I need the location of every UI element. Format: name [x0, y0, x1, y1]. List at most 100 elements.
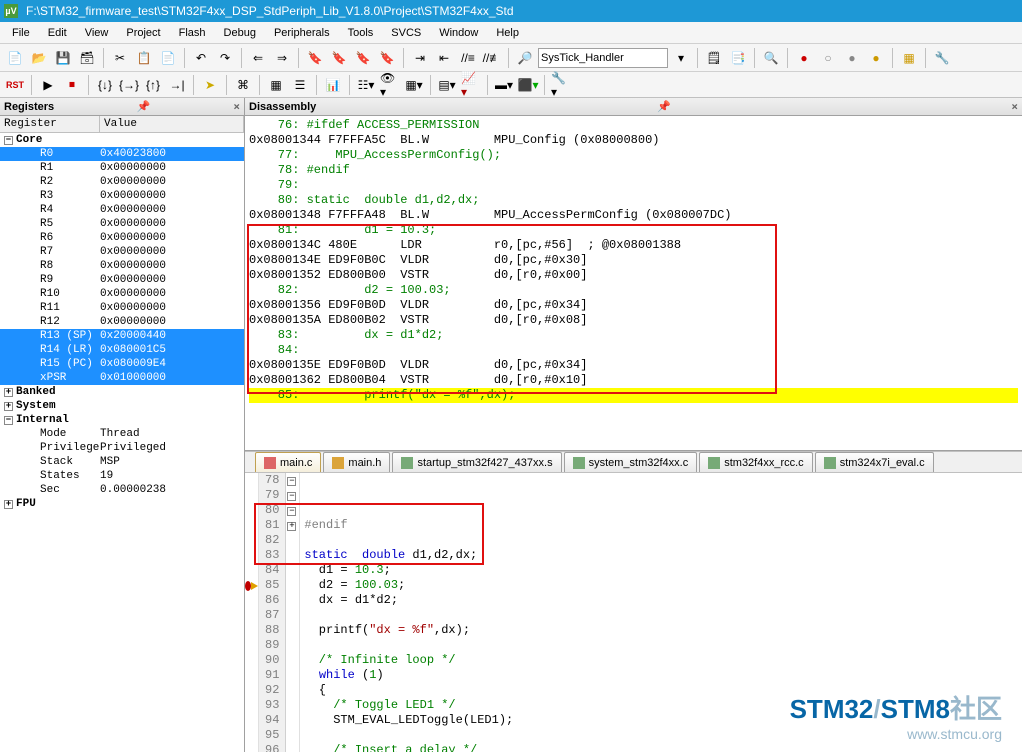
registers-pushpin-icon[interactable]: 📌	[137, 100, 151, 113]
debug-start-icon[interactable]: 🔍	[760, 47, 782, 69]
reg-row[interactable]: R40x00000000	[0, 203, 244, 217]
callstack-icon[interactable]: ☷▾	[355, 74, 377, 96]
copy-icon[interactable]: 📋	[133, 47, 155, 69]
redo-icon[interactable]: ↷	[214, 47, 236, 69]
find-combo[interactable]	[538, 48, 668, 68]
nav-back-icon[interactable]: ⇐	[247, 47, 269, 69]
source-line[interactable]	[304, 533, 1022, 548]
disassembly-pushpin-icon[interactable]: 📌	[657, 100, 671, 113]
menu-flash[interactable]: Flash	[171, 25, 214, 41]
reg-group[interactable]: +System	[0, 399, 244, 413]
outdent-icon[interactable]: ⇤	[433, 47, 455, 69]
reg-row[interactable]: R90x00000000	[0, 273, 244, 287]
run-icon[interactable]: ▶	[37, 74, 59, 96]
reset-icon[interactable]: RST	[4, 74, 26, 96]
menu-peripherals[interactable]: Peripherals	[266, 25, 338, 41]
find-go-icon[interactable]: ▾	[670, 47, 692, 69]
menu-project[interactable]: Project	[118, 25, 168, 41]
source-line[interactable]: /* Toggle LED1 */	[304, 698, 1022, 713]
source-line[interactable]: d2 = 100.03;	[304, 578, 1022, 593]
comment-icon[interactable]: //≡	[457, 47, 479, 69]
source-line[interactable]: dx = d1*d2;	[304, 593, 1022, 608]
save-icon[interactable]: 💾	[52, 47, 74, 69]
reg-row[interactable]: Sec0.00000238	[0, 483, 244, 497]
source-line[interactable]: #endif	[304, 518, 1022, 533]
step-in-icon[interactable]: {↓}	[94, 74, 116, 96]
disassembly-close-icon[interactable]: ×	[1011, 100, 1018, 113]
uncomment-icon[interactable]: //≢	[481, 47, 503, 69]
watch-icon[interactable]: 👁▾	[379, 74, 401, 96]
breakpoint-disable-icon[interactable]: ●	[841, 47, 863, 69]
source-line[interactable]: {	[304, 683, 1022, 698]
editor-tab[interactable]: stm324x7i_eval.c	[815, 452, 934, 472]
reg-group[interactable]: −Internal	[0, 413, 244, 427]
source-line[interactable]	[304, 638, 1022, 653]
window-icon[interactable]: ▦	[898, 47, 920, 69]
source-line[interactable]: d1 = 10.3;	[304, 563, 1022, 578]
disasm-window-icon[interactable]: ▦	[265, 74, 287, 96]
breakpoint-gray-icon[interactable]: ○	[817, 47, 839, 69]
cut-icon[interactable]: ✂	[109, 47, 131, 69]
save-all-icon[interactable]: 🗃	[76, 47, 98, 69]
registers-icon[interactable]: 📊	[322, 74, 344, 96]
reg-row[interactable]: R30x00000000	[0, 189, 244, 203]
source-line[interactable]: while (1)	[304, 668, 1022, 683]
step-over-icon[interactable]: {→}	[118, 74, 140, 96]
breakpoint-red-icon[interactable]: ●	[793, 47, 815, 69]
incremental-find-icon[interactable]: 🗒	[703, 47, 725, 69]
reg-row[interactable]: R60x00000000	[0, 231, 244, 245]
editor-tab[interactable]: stm32f4xx_rcc.c	[699, 452, 812, 472]
menu-view[interactable]: View	[77, 25, 117, 41]
menu-debug[interactable]: Debug	[216, 25, 264, 41]
source-line[interactable]: printf("dx = %f",dx);	[304, 623, 1022, 638]
reg-row[interactable]: R110x00000000	[0, 301, 244, 315]
editor-tab[interactable]: main.h	[323, 452, 390, 472]
source-editor[interactable]: 7879808182838485868788899091929394959697…	[245, 473, 1022, 752]
source-line[interactable]: /* Infinite loop */	[304, 653, 1022, 668]
menu-window[interactable]: Window	[431, 25, 486, 41]
open-icon[interactable]: 📂	[28, 47, 50, 69]
disassembly-view[interactable]: 76: #ifdef ACCESS_PERMISSION 0x08001344 …	[245, 116, 1022, 450]
paste-icon[interactable]: 📄	[157, 47, 179, 69]
col-value[interactable]: Value	[100, 116, 244, 132]
stop-icon[interactable]: ⏹	[61, 74, 83, 96]
editor-tab[interactable]: main.c	[255, 452, 321, 472]
breakpoint-kill-icon[interactable]: ●	[865, 47, 887, 69]
reg-row[interactable]: R13 (SP)0x20000440	[0, 329, 244, 343]
reg-row[interactable]: StackMSP	[0, 455, 244, 469]
bookmark-icon[interactable]: 🔖	[304, 47, 326, 69]
source-line[interactable]: STM_EVAL_LEDToggle(LED1);	[304, 713, 1022, 728]
menu-edit[interactable]: Edit	[40, 25, 75, 41]
registers-close-icon[interactable]: ×	[233, 100, 240, 113]
reg-row[interactable]: States19	[0, 469, 244, 483]
menu-file[interactable]: File	[4, 25, 38, 41]
reg-row[interactable]: R14 (LR)0x080001C5	[0, 343, 244, 357]
reg-group-core[interactable]: −Core	[0, 133, 244, 147]
reg-row[interactable]: xPSR0x01000000	[0, 371, 244, 385]
reg-row[interactable]: R00x40023800	[0, 147, 244, 161]
menu-help[interactable]: Help	[488, 25, 527, 41]
command-icon[interactable]: ⌘	[232, 74, 254, 96]
symbols-icon[interactable]: ☰	[289, 74, 311, 96]
find-in-files-icon[interactable]: 📑	[727, 47, 749, 69]
reg-row[interactable]: R50x00000000	[0, 217, 244, 231]
reg-row[interactable]: R80x00000000	[0, 259, 244, 273]
menu-svcs[interactable]: SVCS	[383, 25, 429, 41]
reg-row[interactable]: R20x00000000	[0, 175, 244, 189]
source-line[interactable]	[304, 608, 1022, 623]
source-line[interactable]: static double d1,d2,dx;	[304, 548, 1022, 563]
source-line[interactable]	[304, 728, 1022, 743]
reg-row[interactable]: R100x00000000	[0, 287, 244, 301]
bookmark-clear-icon[interactable]: 🔖	[376, 47, 398, 69]
trace-icon[interactable]: ▬▾	[493, 74, 515, 96]
nav-fwd-icon[interactable]: ⇒	[271, 47, 293, 69]
new-file-icon[interactable]: 📄	[4, 47, 26, 69]
bookmark-next-icon[interactable]: 🔖	[352, 47, 374, 69]
run-to-cursor-icon[interactable]: →|	[166, 74, 188, 96]
memory-icon[interactable]: ▦▾	[403, 74, 425, 96]
toolbox-icon[interactable]: 🔧▾	[550, 74, 572, 96]
analyzer-icon[interactable]: 📈▾	[460, 74, 482, 96]
reg-row[interactable]: R15 (PC)0x080009E4	[0, 357, 244, 371]
reg-group-fpu[interactable]: +FPU	[0, 497, 244, 511]
find-icon[interactable]: 🔎	[514, 47, 536, 69]
